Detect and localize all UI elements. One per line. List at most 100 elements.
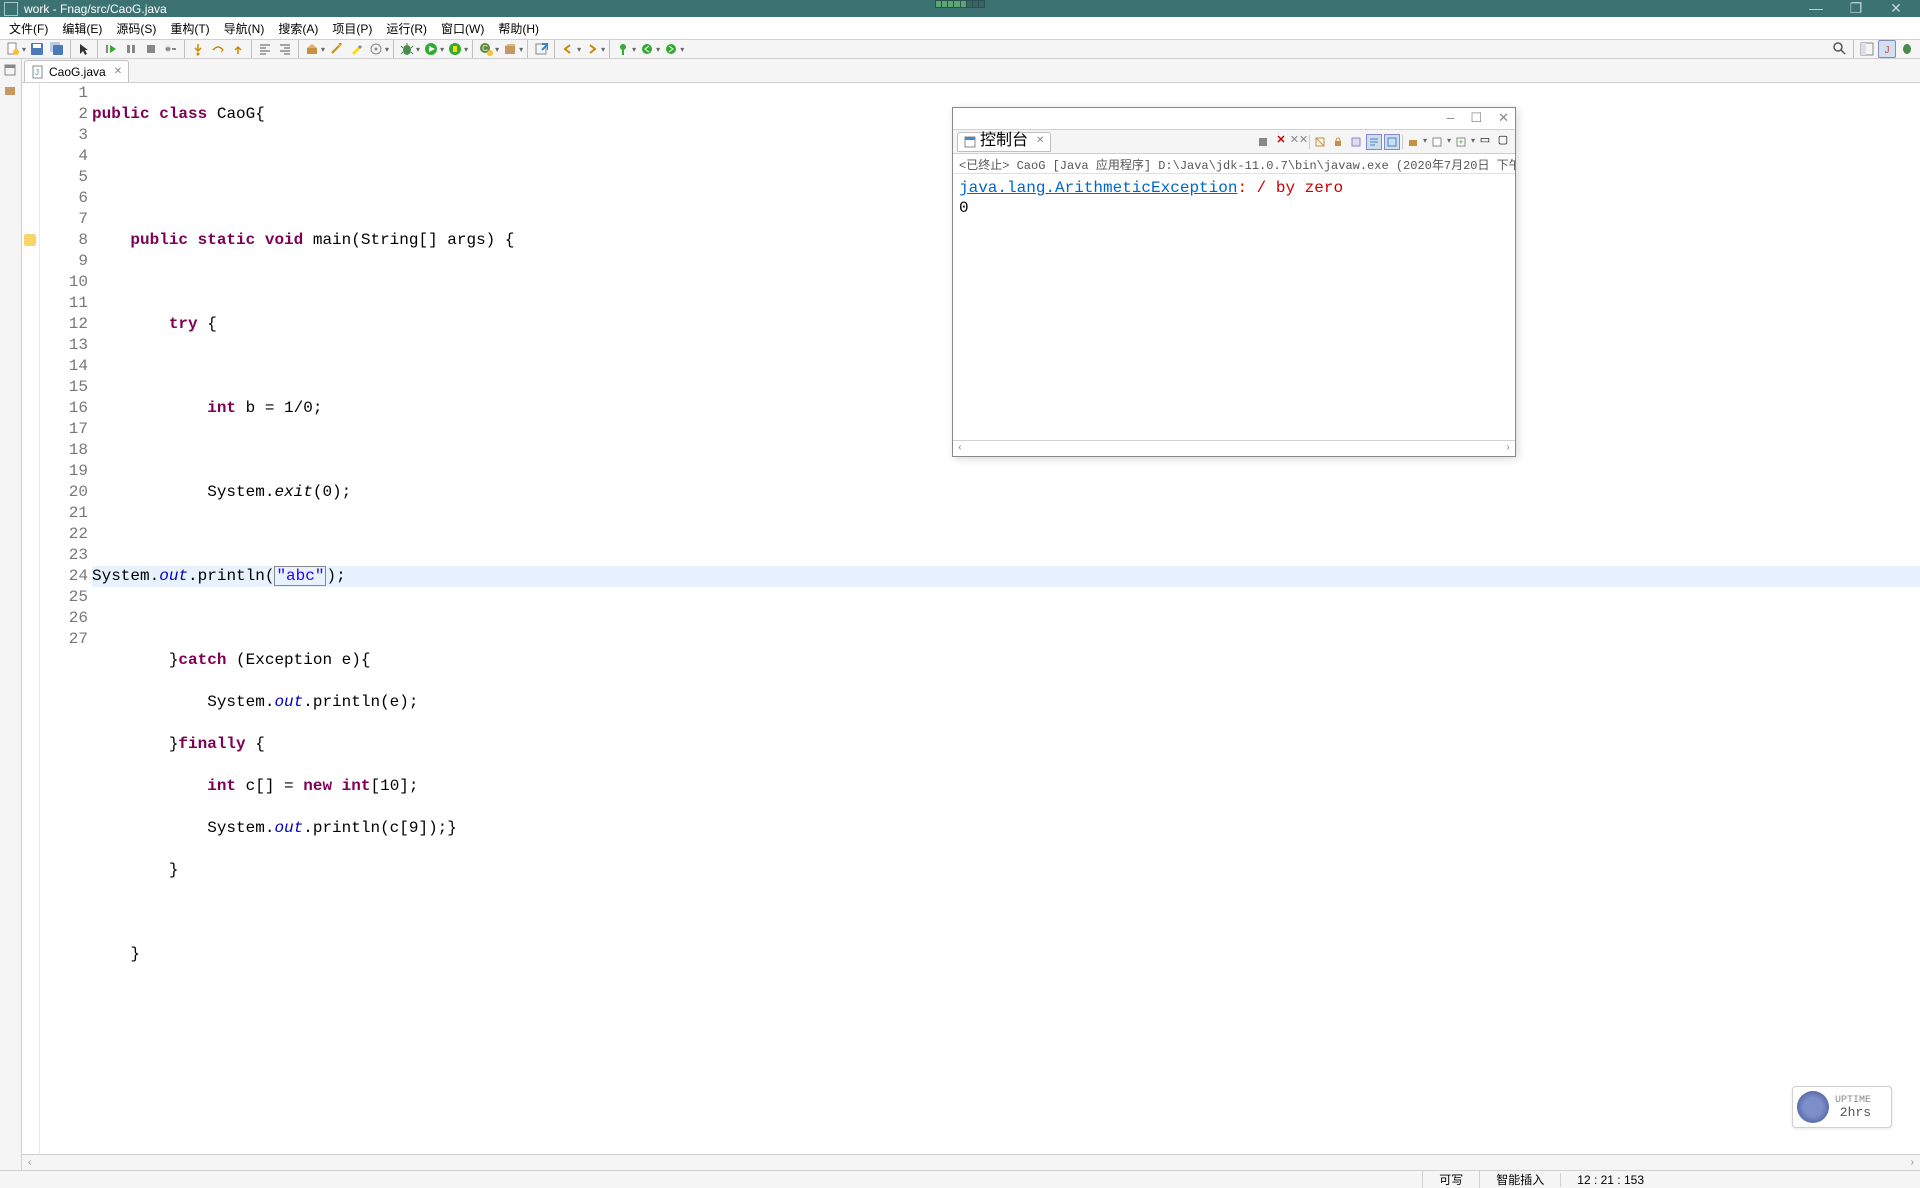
bookmark-next-button[interactable] — [662, 40, 680, 58]
perspective-debug-button[interactable] — [1898, 40, 1916, 58]
editor-tab-close-icon[interactable]: ✕ — [114, 66, 122, 77]
svg-text:C: C — [482, 44, 488, 53]
console-minimize-icon[interactable]: ▭ — [1477, 134, 1493, 150]
pick-button[interactable] — [367, 40, 385, 58]
debug-stop-button[interactable] — [142, 40, 160, 58]
menu-file[interactable]: 文件(F) — [2, 17, 55, 40]
coverage-button[interactable] — [446, 40, 464, 58]
console-wrap-button[interactable] — [1366, 134, 1382, 150]
svg-text:J: J — [35, 68, 39, 77]
left-view-strip — [0, 59, 22, 1170]
editor-area: J CaoG.java ✕ 12345678910111213141516171… — [22, 59, 1920, 1170]
main-area: J CaoG.java ✕ 12345678910111213141516171… — [0, 59, 1920, 1170]
console-display-button[interactable] — [1429, 134, 1445, 150]
open-task-button[interactable] — [532, 40, 550, 58]
console-btn-1[interactable] — [1255, 134, 1271, 150]
window-minimize-button[interactable]: — — [1796, 0, 1836, 17]
restore-view-icon[interactable] — [3, 63, 19, 79]
menu-help[interactable]: 帮助(H) — [491, 17, 546, 40]
console-new-button[interactable]: + — [1453, 134, 1469, 150]
step-return-button[interactable] — [229, 40, 247, 58]
new-dropdown[interactable]: ▾ — [22, 45, 26, 54]
console-max-button[interactable]: ☐ — [1470, 108, 1482, 129]
save-all-button[interactable] — [48, 40, 66, 58]
console-show-button[interactable] — [1384, 134, 1400, 150]
uptime-label: UPTIME — [1835, 1095, 1871, 1107]
perspective-java-button[interactable]: J — [1878, 40, 1896, 58]
console-tab-close-icon[interactable]: ✕ — [1036, 131, 1044, 152]
status-bar: 可写 智能插入 12 : 21 : 153 — [0, 1170, 1920, 1188]
build-button[interactable] — [303, 40, 321, 58]
menu-source[interactable]: 源码(S) — [109, 17, 163, 40]
new-button[interactable] — [4, 40, 22, 58]
menu-run[interactable]: 运行(R) — [379, 17, 434, 40]
debug-suspend-button[interactable] — [122, 40, 140, 58]
console-hscroll[interactable]: ‹› — [953, 440, 1515, 456]
console-remove-button[interactable]: ✕✕ — [1291, 134, 1307, 150]
window-close-button[interactable]: ✕ — [1876, 0, 1916, 17]
menu-bar: 文件(F) 编辑(E) 源码(S) 重构(T) 导航(N) 搜索(A) 项目(P… — [0, 17, 1920, 40]
cursor-button[interactable] — [75, 40, 93, 58]
window-maximize-button[interactable]: ❐ — [1836, 0, 1876, 17]
console-terminate-button[interactable]: ✕ — [1273, 134, 1289, 150]
console-icon — [964, 136, 976, 148]
console-status-line: <已终止> CaoG [Java 应用程序] D:\Java\jdk-11.0.… — [953, 154, 1515, 174]
app-icon — [4, 2, 18, 16]
menu-project[interactable]: 项目(P) — [325, 17, 379, 40]
nav-forward-button[interactable] — [583, 40, 601, 58]
window-titlebar: work - Fnag/src/CaoG.java — ❐ ✕ — [0, 0, 1920, 17]
line-number-gutter: 1234567891011121314151617181920212223242… — [40, 83, 92, 1154]
console-output-line: 0 — [959, 198, 1509, 218]
new-package-button[interactable] — [501, 40, 519, 58]
run-button[interactable] — [422, 40, 440, 58]
search-icon[interactable] — [1831, 40, 1849, 58]
highlighter-button[interactable] — [347, 40, 365, 58]
console-toolbar: ✕ ✕✕ ▾ ▾ +▾ ▭ ▢ — [1255, 131, 1511, 152]
console-tab[interactable]: 控制台 ✕ — [957, 132, 1051, 152]
menu-refactor[interactable]: 重构(T) — [163, 17, 216, 40]
package-explorer-icon[interactable] — [3, 83, 19, 99]
debug-disconnect-button[interactable] — [162, 40, 180, 58]
console-open-button[interactable] — [1405, 134, 1421, 150]
step-into-button[interactable] — [189, 40, 207, 58]
console-clear-button[interactable] — [1312, 134, 1328, 150]
marker-strip — [22, 83, 40, 1154]
bookmark-prev-button[interactable] — [638, 40, 656, 58]
perspective-open-button[interactable] — [1858, 40, 1876, 58]
code-editor[interactable]: 1234567891011121314151617181920212223242… — [22, 83, 1920, 1154]
align-left-button[interactable] — [256, 40, 274, 58]
console-min-button[interactable]: — — [1447, 108, 1455, 129]
step-over-button[interactable] — [209, 40, 227, 58]
save-button[interactable] — [28, 40, 46, 58]
new-class-button[interactable]: C — [477, 40, 495, 58]
uptime-avatar-icon — [1797, 1091, 1829, 1123]
console-pin-button[interactable] — [1348, 134, 1364, 150]
exception-link[interactable]: java.lang.ArithmeticException — [959, 179, 1237, 197]
window-title: work - Fnag/src/CaoG.java — [24, 2, 1796, 16]
console-close-button[interactable]: ✕ — [1498, 108, 1509, 129]
wand-button[interactable] — [327, 40, 345, 58]
uptime-value: 2hrs — [1835, 1107, 1871, 1119]
menu-navigate[interactable]: 导航(N) — [217, 17, 272, 40]
nav-back-button[interactable] — [559, 40, 577, 58]
menu-search[interactable]: 搜索(A) — [271, 17, 325, 40]
menu-edit[interactable]: 编辑(E) — [55, 17, 109, 40]
debug-resume-button[interactable] — [102, 40, 120, 58]
status-insert-mode: 智能插入 — [1479, 1171, 1560, 1188]
status-writable: 可写 — [1422, 1171, 1479, 1188]
editor-tab-caog[interactable]: J CaoG.java ✕ — [24, 60, 129, 82]
console-titlebar[interactable]: — ☐ ✕ — [953, 108, 1515, 130]
menu-window[interactable]: 窗口(W) — [434, 17, 491, 40]
align-right-button[interactable] — [276, 40, 294, 58]
editor-tab-bar: J CaoG.java ✕ — [22, 59, 1920, 83]
pin-button[interactable] — [614, 40, 632, 58]
console-maximize-icon[interactable]: ▢ — [1495, 134, 1511, 150]
editor-tab-label: CaoG.java — [49, 65, 106, 79]
editor-hscroll[interactable]: ‹ › — [22, 1154, 1920, 1170]
console-output[interactable]: java.lang.ArithmeticException: / by zero… — [953, 174, 1515, 440]
console-tab-label: 控制台 — [980, 131, 1028, 152]
console-scroll-lock-button[interactable] — [1330, 134, 1346, 150]
console-tab-row: 控制台 ✕ ✕ ✕✕ ▾ ▾ — [953, 130, 1515, 154]
debug-button[interactable] — [398, 40, 416, 58]
svg-text:J: J — [1885, 45, 1890, 56]
